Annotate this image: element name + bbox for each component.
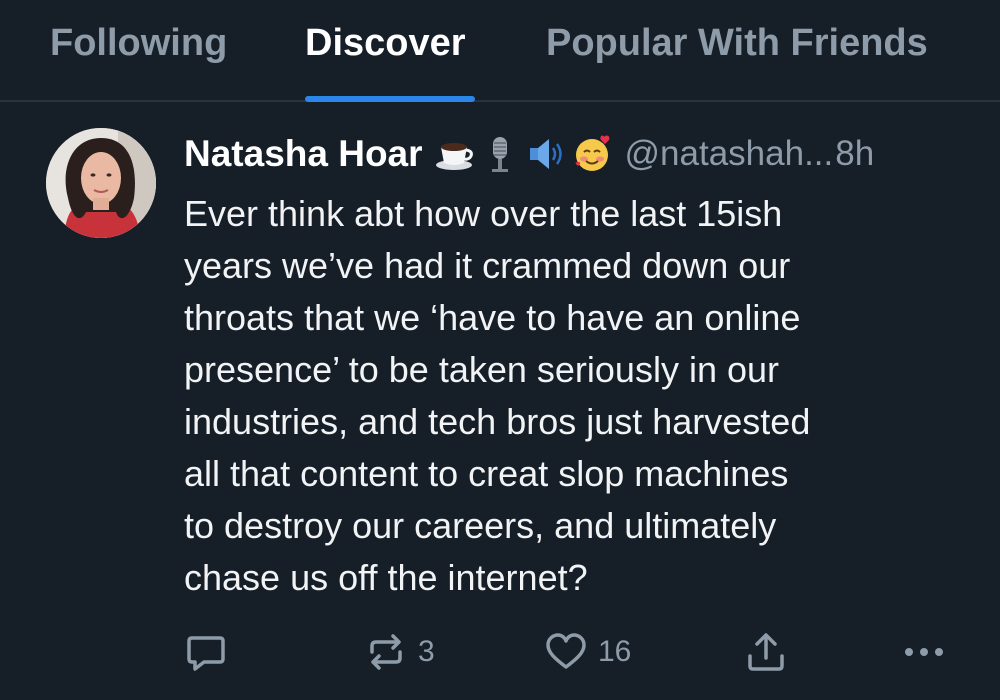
post-text-line: Ever think abt how over the last 15ish [184,193,783,234]
post-header: Natasha Hoar @natashah... 8h [184,128,974,180]
post-text-line: throats that we ‘have to have an online [184,297,801,338]
avatar[interactable] [46,128,156,238]
post-text-line: industries, and tech bros just harvested [184,401,811,442]
post-text: Ever think abt how over the last 15ish y… [184,188,964,604]
smiling-face-with-hearts-icon [575,135,609,171]
post-text-line: chase us off the internet? [184,557,588,598]
post-text-line: years we’ve had it crammed down our [184,245,791,286]
avatar-image [46,128,156,238]
more-icon [905,648,943,656]
feed-tabs: Following Discover Popular With Friends [0,0,1000,102]
more-options-button[interactable] [900,628,948,676]
repost-icon [370,634,402,670]
tab-popular-with-friends[interactable]: Popular With Friends [546,18,928,68]
coffee-cup-icon [435,143,473,170]
heart-icon [546,633,586,669]
reply-button[interactable] [184,628,228,676]
repost-button[interactable]: 3 [364,628,435,676]
active-tab-indicator [305,96,475,102]
share-icon [748,633,784,671]
post-time[interactable]: 8h [835,134,874,174]
post-text-line: to destroy our careers, and ultimately [184,505,777,546]
reply-icon [187,636,225,671]
name-emojis [433,133,613,175]
post-text-line: presence’ to be taken seriously in our [184,349,780,390]
share-button[interactable] [744,628,788,676]
author-handle[interactable]: @natashah... [625,134,834,174]
speaker-icon [529,139,562,169]
post-actions: 3 16 [0,628,1000,676]
tab-following[interactable]: Following [50,18,227,68]
tab-discover[interactable]: Discover [305,18,466,68]
like-count: 16 [598,635,632,668]
post-text-line: all that content to creat slop machines [184,453,789,494]
microphone-icon [491,137,508,172]
author-name[interactable]: Natasha Hoar [184,133,423,175]
repost-count: 3 [418,635,435,668]
like-button[interactable]: 16 [544,628,631,676]
